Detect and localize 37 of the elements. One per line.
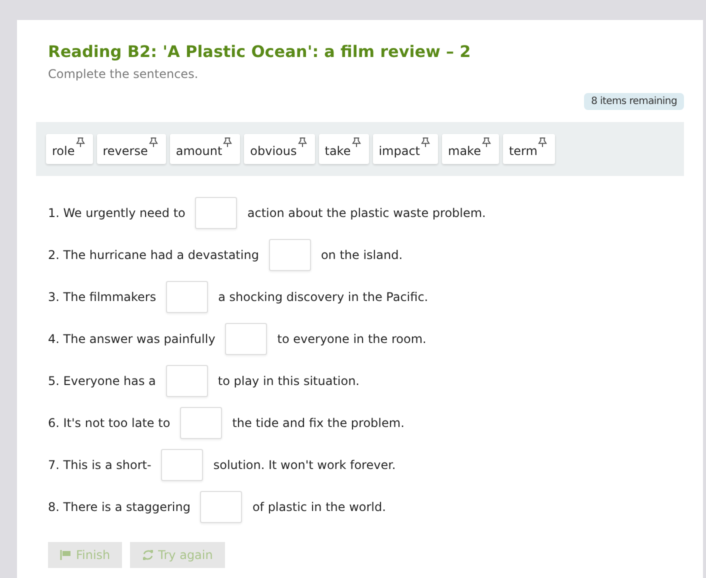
sentence-text: 1. We urgently need to xyxy=(48,206,186,220)
sentence-text: to play in this situation. xyxy=(218,374,360,388)
pin-icon[interactable] xyxy=(421,137,430,148)
sentence-text: to everyone in the room. xyxy=(277,332,426,346)
sentence-text: on the island. xyxy=(320,248,403,262)
flag-icon xyxy=(60,550,72,560)
sentence-text: 7. This is a short- xyxy=(48,458,152,472)
word-chip[interactable]: reverse xyxy=(96,134,166,164)
sentence-text: a shocking discovery in the Pacific. xyxy=(218,290,428,304)
word-chip[interactable]: obvious xyxy=(244,134,315,164)
instruction-text: Complete the sentences. xyxy=(48,67,200,81)
pin-icon[interactable] xyxy=(538,137,548,148)
sentence-text: 8. There is a staggering xyxy=(48,500,190,514)
word-chip[interactable]: make xyxy=(442,134,499,164)
pin-icon[interactable] xyxy=(352,137,361,148)
sentence-text: the tide and fix the problem. xyxy=(232,416,404,430)
sentence-text: of plastic in the world. xyxy=(252,500,386,514)
word-chip[interactable]: role xyxy=(46,134,93,164)
word-chip[interactable]: impact xyxy=(372,134,438,164)
pin-icon[interactable] xyxy=(482,137,491,148)
sentence-text: 5. Everyone has a xyxy=(48,374,156,388)
word-chip[interactable]: take xyxy=(318,134,369,164)
sentence-text: 3. The filmmakers xyxy=(48,290,156,304)
word-chip[interactable]: amount xyxy=(170,134,240,164)
exercise-title: Reading B2: 'A Plastic Ocean': a film review – 2 xyxy=(47,42,472,61)
sentence-text: 2. The hurricane had a devastating xyxy=(48,248,259,262)
pin-icon[interactable] xyxy=(223,137,232,148)
sentence-text: action about the plastic waste problem. xyxy=(247,206,486,220)
word-chip[interactable]: term xyxy=(502,134,556,164)
sentence-text: 6. It's not too late to xyxy=(48,416,170,430)
refresh-icon xyxy=(142,549,154,561)
sentence-text: solution. It won't work forever. xyxy=(213,458,396,472)
remaining-badge: 8 items remaining xyxy=(584,93,684,110)
pin-icon[interactable] xyxy=(298,137,307,148)
sentence-text: 4. The answer was painfully xyxy=(48,332,216,346)
pin-icon[interactable] xyxy=(148,137,158,148)
pin-icon[interactable] xyxy=(76,137,85,148)
